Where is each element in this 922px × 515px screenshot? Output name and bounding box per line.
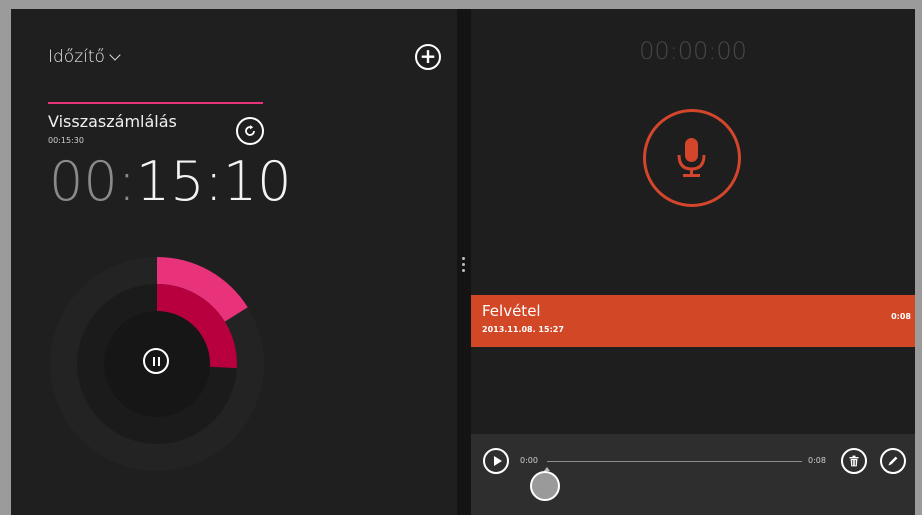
timer-title-dropdown[interactable]: Időzítő: [48, 47, 121, 67]
microphone-icon: [677, 138, 706, 177]
recording-list-item[interactable]: Felvétel 2013.11.08. 15:27 0:08: [471, 295, 915, 347]
recorder-pane: 00:00:00 Felvétel 2013.11.08. 15:27 0:08…: [471, 9, 915, 515]
split-grip-icon[interactable]: [462, 257, 466, 275]
pause-button[interactable]: [143, 348, 169, 374]
delete-recording-button[interactable]: [841, 448, 867, 474]
recording-name: Felvétel: [482, 302, 541, 320]
pause-icon-bar: [157, 356, 160, 366]
reset-timer-button[interactable]: [236, 117, 264, 145]
remaining-minutes-seconds: 15:10: [135, 150, 292, 213]
recording-elapsed-time: 00:00:00: [639, 37, 747, 65]
app-window: Időzítő + Visszaszámlálás 00:15:30 00:15…: [11, 9, 915, 515]
add-timer-button[interactable]: +: [415, 44, 441, 70]
timer-card-name: Visszaszámlálás: [48, 112, 177, 131]
record-button[interactable]: [643, 109, 741, 207]
timer-set-duration: 00:15:30: [48, 136, 84, 145]
playback-bar: 0:00 0:08: [471, 434, 915, 515]
play-icon: [493, 456, 502, 466]
playback-track[interactable]: [547, 461, 802, 462]
remaining-time: 00:15:10: [49, 150, 292, 213]
timer-card-accent: [48, 102, 263, 104]
recording-duration: 0:08: [891, 312, 911, 321]
play-button[interactable]: [483, 448, 509, 474]
plus-icon: +: [419, 44, 437, 68]
refresh-icon: [245, 125, 255, 136]
pause-icon-bar: [152, 356, 155, 366]
chevron-down-icon: [109, 48, 121, 61]
playback-thumb[interactable]: [530, 471, 560, 501]
trash-icon: [849, 455, 859, 467]
rename-recording-button[interactable]: [880, 448, 906, 474]
timer-title-label: Időzítő: [48, 47, 105, 67]
pencil-icon: [888, 456, 898, 466]
timer-pane: Időzítő + Visszaszámlálás 00:15:30 00:15…: [11, 9, 457, 515]
recording-date: 2013.11.08. 15:27: [482, 325, 564, 334]
playback-position: 0:00: [520, 456, 538, 465]
playback-length: 0:08: [808, 456, 826, 465]
remaining-hours: 00:: [49, 150, 136, 213]
